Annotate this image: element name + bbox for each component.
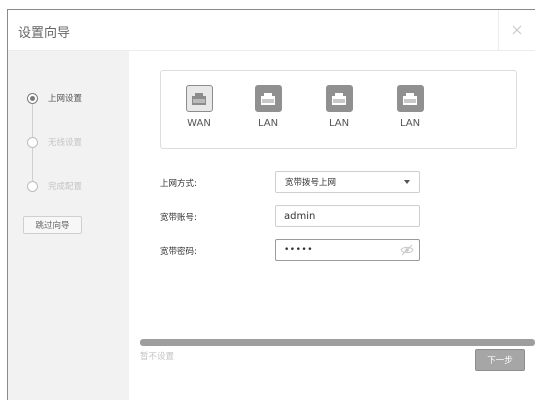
skip-wizard-button[interactable]: 跳过向导	[23, 216, 82, 234]
step-connector	[32, 148, 33, 181]
connection-type-value: 宽带拨号上网	[285, 178, 337, 188]
step-indicator	[27, 136, 38, 148]
dialog-title: 设置向导	[18, 26, 71, 41]
step-connector	[32, 104, 33, 137]
ethernet-port-icon	[396, 85, 424, 112]
step-indicator	[27, 180, 38, 192]
port-status-panel: WAN LAN LAN LAN	[160, 70, 517, 149]
port-label: LAN	[399, 118, 421, 129]
port-label: WAN	[187, 118, 211, 129]
ethernet-port-icon	[185, 85, 213, 112]
chevron-down-icon	[404, 180, 410, 184]
account-input[interactable]: admin	[275, 205, 420, 227]
port-wan: WAN	[181, 85, 217, 129]
eye-slash-icon[interactable]	[400, 244, 414, 256]
step-finish-config[interactable]: 完成配置	[27, 180, 82, 192]
not-now-link[interactable]: 暂不设置	[140, 350, 174, 362]
next-step-button[interactable]: 下一步	[475, 349, 525, 371]
close-button[interactable]	[498, 10, 535, 50]
step-wireless-settings[interactable]: 无线设置	[27, 136, 82, 148]
dialog-header: 设置向导	[8, 10, 535, 51]
connection-type-label: 上网方式:	[160, 179, 197, 189]
account-value: admin	[284, 210, 316, 222]
step-label: 上网设置	[48, 94, 83, 104]
port-lan: LAN	[392, 85, 428, 129]
wizard-sidebar: 上网设置 无线设置 完成配置 跳过向导	[8, 51, 129, 400]
account-label: 宽带账号:	[160, 213, 197, 223]
port-label: LAN	[328, 118, 350, 129]
close-icon	[512, 25, 522, 35]
step-label: 无线设置	[48, 138, 83, 148]
connection-type-select[interactable]: 宽带拨号上网	[275, 171, 420, 193]
password-label: 宽带密码:	[160, 247, 197, 257]
port-lan: LAN	[321, 85, 357, 129]
wizard-progress-bar	[140, 339, 535, 346]
step-internet-settings[interactable]: 上网设置	[27, 92, 82, 104]
ethernet-port-icon	[325, 85, 353, 112]
step-label: 完成配置	[48, 182, 83, 192]
password-value: •••••	[284, 245, 314, 255]
password-input[interactable]: •••••	[275, 239, 420, 261]
port-lan: LAN	[250, 85, 286, 129]
step-indicator-active	[27, 92, 38, 104]
port-label: LAN	[257, 118, 279, 129]
ethernet-port-icon	[254, 85, 282, 112]
